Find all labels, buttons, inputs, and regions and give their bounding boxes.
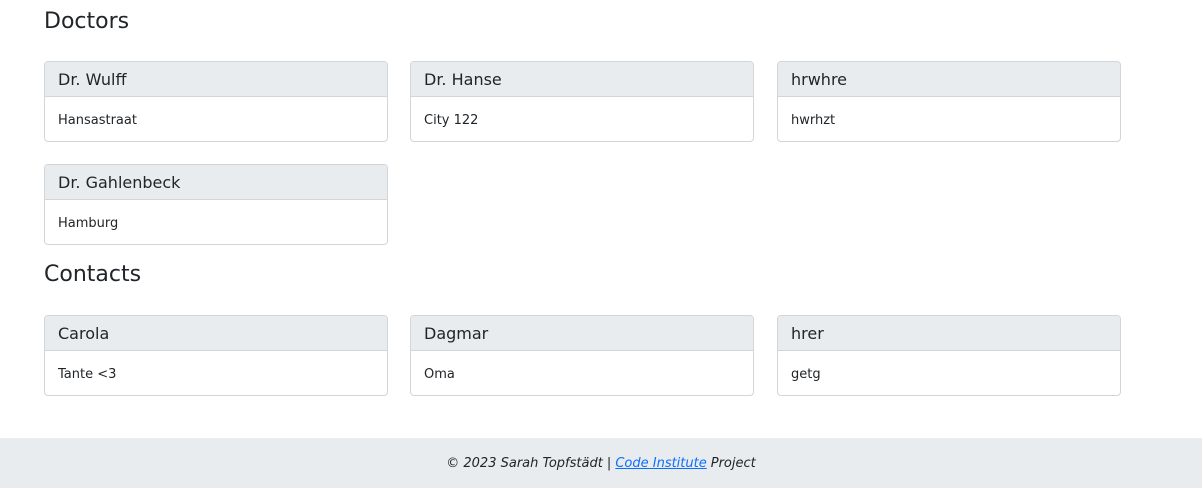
doctor-name: Dr. Wulff: [45, 62, 387, 97]
doctor-detail: Hansastraat: [58, 112, 137, 128]
footer: © 2023 Sarah Topfstädt | Code Institute …: [0, 438, 1202, 488]
footer-suffix: Project: [710, 455, 756, 471]
doctor-name: Dr. Hanse: [411, 62, 753, 97]
doctor-card: hrwhre hwrhzt: [777, 61, 1121, 142]
doctor-card: Dr. Gahlenbeck Hamburg: [44, 164, 388, 245]
doctor-name: hrwhre: [778, 62, 1120, 97]
doctor-card: Dr. Wulff Hansastraat: [44, 61, 388, 142]
contact-card: hrer getg: [777, 315, 1121, 396]
footer-copyright: © 2023 Sarah Topfstädt |: [446, 455, 612, 471]
contact-detail: Oma: [424, 366, 455, 382]
contact-name: hrer: [778, 316, 1120, 351]
doctor-detail: City 122: [424, 112, 479, 128]
contacts-heading: Contacts: [44, 262, 142, 287]
contact-name: Dagmar: [411, 316, 753, 351]
contact-detail: getg: [791, 366, 821, 382]
contact-card: Dagmar Oma: [410, 315, 754, 396]
doctor-detail: Hamburg: [58, 215, 119, 231]
doctor-card: Dr. Hanse City 122: [410, 61, 754, 142]
doctor-detail: hwrhzt: [791, 112, 836, 128]
page: Doctors Dr. Wulff Hansastraat Dr. Hanse …: [0, 0, 1202, 488]
code-institute-link[interactable]: Code Institute: [615, 456, 706, 471]
doctor-name: Dr. Gahlenbeck: [45, 165, 387, 200]
contact-name: Carola: [45, 316, 387, 351]
doctors-heading: Doctors: [44, 9, 130, 34]
contact-card: Carola Tante <3: [44, 315, 388, 396]
contact-detail: Tante <3: [58, 366, 117, 382]
